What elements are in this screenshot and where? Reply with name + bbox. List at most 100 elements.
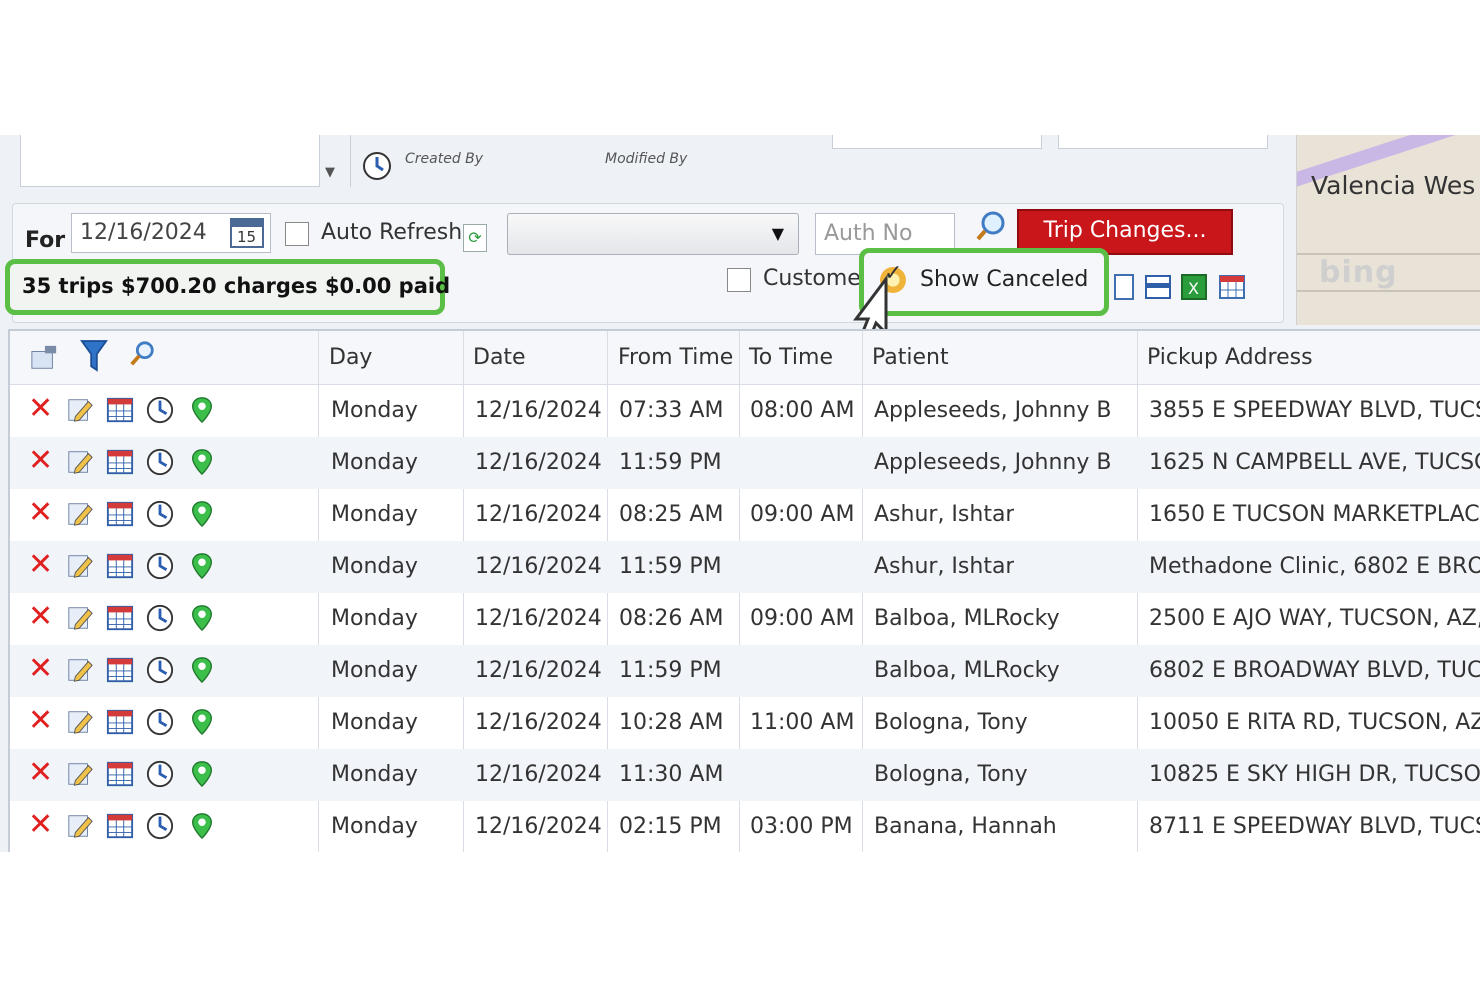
table-row[interactable]: ✕ Monday 12/16/2024 08:26 AM 09:00 AM Balboa,… [10,593,1480,645]
cancel-trip-icon[interactable]: ✕ [28,498,56,529]
table-row[interactable]: ✕ Monday 12/16/2024 10:28 AM 11:00 AM Bologna… [10,697,1480,749]
cell-pickup-address: 6802 E BROADWAY BLVD, TUCS [1149,658,1480,683]
column-chooser-icon[interactable] [30,343,58,373]
schedule-grid-icon[interactable] [106,551,134,581]
history-clock-icon[interactable] [146,811,174,841]
edit-pencil-icon[interactable] [66,655,94,685]
cell-pickup-address: 10050 E RITA RD, TUCSON, AZ, [1149,710,1480,735]
scroll-down-arrow-icon[interactable]: ▼ [325,165,335,180]
schedule-grid-icon[interactable] [106,811,134,841]
edit-pencil-icon[interactable] [66,811,94,841]
history-clock-icon[interactable] [146,499,174,529]
edit-pencil-icon[interactable] [66,759,94,789]
map-road [1297,290,1480,292]
map-pin-icon[interactable] [188,551,216,581]
map-pin-icon[interactable] [188,707,216,737]
edit-pencil-icon[interactable] [66,707,94,737]
schedule-grid-icon[interactable] [106,395,134,425]
layout-icon[interactable] [1143,272,1173,302]
table-row[interactable]: ✕ Monday 12/16/2024 11:59 PM Appleseeds, Joh… [10,437,1480,489]
col-header-patient[interactable]: Patient [872,345,949,370]
table-row[interactable]: ✕ Monday 12/16/2024 11:59 PM Balboa, MLRocky… [10,645,1480,697]
search-icon[interactable] [975,210,1007,242]
cancel-trip-icon[interactable]: ✕ [28,602,56,633]
cell-day: Monday [331,554,418,579]
cell-pickup-address: 2500 E AJO WAY, TUCSON, AZ, [1149,606,1480,631]
col-header-to-time[interactable]: To Time [749,345,833,370]
end-date-field[interactable] [1058,135,1268,149]
schedule-grid-icon[interactable] [106,655,134,685]
cancel-trip-icon[interactable]: ✕ [28,394,56,425]
trip-scheduler-window: ▼ Created By Modified By Valencia Wes bi… [0,135,1480,852]
excel-icon[interactable]: X [1179,272,1209,302]
map-pin-icon[interactable] [188,499,216,529]
cancel-trip-icon[interactable]: ✕ [28,706,56,737]
calendar-icon[interactable]: 15 [230,218,264,248]
cell-from-time: 11:30 AM [619,762,724,787]
cell-day: Monday [331,502,418,527]
schedule-grid-icon[interactable] [106,447,134,477]
cell-patient: Banana, Hannah [874,814,1057,839]
history-clock-icon[interactable] [146,655,174,685]
edit-pencil-icon[interactable] [66,395,94,425]
col-header-pickup-address[interactable]: Pickup Address [1147,345,1313,370]
map-pin-icon[interactable] [188,603,216,633]
auto-refresh-checkbox[interactable] [285,222,309,246]
document-icon[interactable] [1109,272,1139,302]
search-icon[interactable] [128,339,156,369]
refresh-icon[interactable]: ⟳ [463,224,487,252]
schedule-grid-icon[interactable] [106,499,134,529]
cancel-trip-icon[interactable]: ✕ [28,758,56,789]
edit-pencil-icon[interactable] [66,447,94,477]
cell-pickup-address: 3855 E SPEEDWAY BLVD, TUCSO [1149,398,1480,423]
col-header-day[interactable]: Day [329,345,372,370]
edit-pencil-icon[interactable] [66,603,94,633]
schedule-grid-icon[interactable] [106,603,134,633]
filter-funnel-icon[interactable] [80,337,108,375]
customer-checkbox[interactable] [727,268,751,292]
cancel-trip-icon[interactable]: ✕ [28,654,56,685]
col-header-date[interactable]: Date [473,345,526,370]
cell-from-time: 02:15 PM [619,814,722,839]
start-date-field[interactable] [832,135,1042,149]
map-pin-icon[interactable] [188,811,216,841]
cell-date: 12/16/2024 [475,658,602,683]
modified-by-label: Modified By [605,151,688,167]
table-row[interactable]: ✕ Monday 12/16/2024 11:30 AM Bologna, Tony 10… [10,749,1480,801]
map-pin-icon[interactable] [188,447,216,477]
table-row[interactable]: ✕ Monday 12/16/2024 07:33 AM 08:00 AM Applese… [10,385,1480,437]
divider [350,135,351,187]
table-row[interactable]: ✕ Monday 12/16/2024 02:15 PM 03:00 PM Banana,… [10,801,1480,852]
table-row[interactable]: ✕ Monday 12/16/2024 11:59 PM Ashur, Ishtar Me… [10,541,1480,593]
cancel-trip-icon[interactable]: ✕ [28,550,56,581]
map-pin-icon[interactable] [188,759,216,789]
calendar-day: 15 [237,228,257,246]
edit-pencil-icon[interactable] [66,551,94,581]
cell-day: Monday [331,450,418,475]
history-clock-icon[interactable] [146,759,174,789]
history-clock-icon[interactable] [146,395,174,425]
history-clock-icon[interactable] [146,551,174,581]
cancel-trip-icon[interactable]: ✕ [28,810,56,841]
history-clock-icon[interactable] [146,603,174,633]
cancel-trip-icon[interactable]: ✕ [28,446,56,477]
map-panel[interactable]: Valencia Wes bing [1296,135,1480,325]
table-row[interactable]: ✕ Monday 12/16/2024 08:25 AM 09:00 AM Ashur, … [10,489,1480,541]
cell-to-time: 08:00 AM [750,398,855,423]
schedule-grid-icon[interactable] [106,707,134,737]
filter-dropdown[interactable]: ▼ [507,213,799,255]
trip-date-input[interactable]: 12/16/2024 15 [71,213,271,253]
cell-date: 12/16/2024 [475,398,602,423]
edit-pencil-icon[interactable] [66,499,94,529]
history-clock-icon[interactable] [362,151,392,181]
map-pin-icon[interactable] [188,655,216,685]
history-clock-icon[interactable] [146,447,174,477]
col-header-from-time[interactable]: From Time [618,345,733,370]
calendar-grid-icon[interactable] [1217,272,1247,302]
notes-field[interactable] [20,135,320,187]
map-pin-icon[interactable] [188,395,216,425]
schedule-grid-icon[interactable] [106,759,134,789]
cell-to-time: 11:00 AM [750,710,855,735]
cell-from-time: 11:59 PM [619,554,722,579]
history-clock-icon[interactable] [146,707,174,737]
